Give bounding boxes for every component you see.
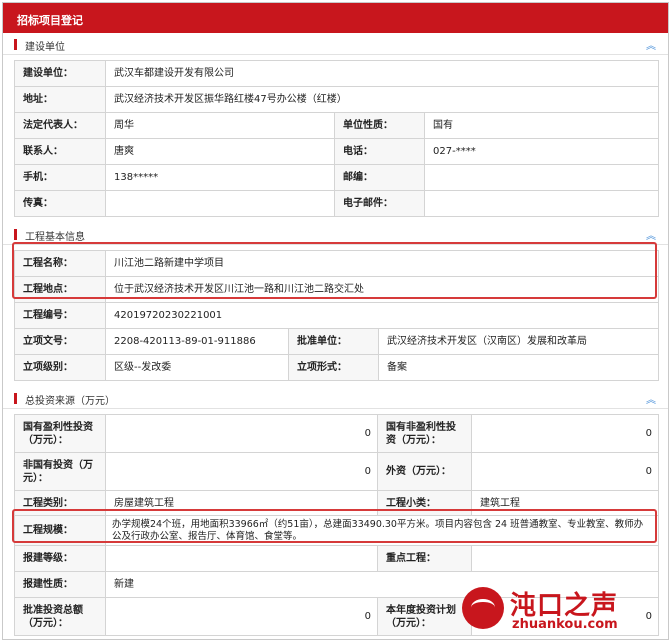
field-value-approver: 武汉经济技术开发区（汉南区）发展和改革局 xyxy=(378,328,659,355)
field-label: 批准单位： xyxy=(288,328,379,355)
field-value-foreign: 0 xyxy=(471,452,659,491)
field-label: 国有非盈利性投资（万元）： xyxy=(377,414,472,453)
builder-table: 建设单位： 武汉车都建设开发有限公司 地址： 武汉经济技术开发区振华路红楼47号… xyxy=(14,60,659,217)
field-value-scale: 办学规模24个班，用地面积33966㎡（约51亩），总建面33490.30平方米… xyxy=(105,515,659,546)
field-label: 批准投资总额（万元）： xyxy=(14,597,106,636)
watermark-url: zhuankou.com xyxy=(512,617,618,632)
field-value-approval-level: 区级--发改委 xyxy=(105,354,289,381)
section-header-builder[interactable]: 建设单位 ︽ xyxy=(3,33,668,55)
field-label: 工程小类： xyxy=(377,490,472,516)
field-value-approval-form: 备案 xyxy=(378,354,659,381)
field-value-project-site: 位于武汉经济技术开发区川江池一路和川江池二路交汇处 xyxy=(105,276,659,303)
field-label: 邮编： xyxy=(334,164,425,191)
field-value-nonstate: 0 xyxy=(105,452,378,491)
field-label: 国有盈利性投资（万元）： xyxy=(14,414,106,453)
field-label: 电子邮件： xyxy=(334,190,425,217)
field-label: 工程类别： xyxy=(14,490,106,516)
section-header-investment[interactable]: 总投资来源（万元） ︽ xyxy=(3,387,668,409)
section-marker xyxy=(14,393,17,404)
field-value-fax xyxy=(105,190,335,217)
field-value-unit-nature: 国有 xyxy=(424,112,659,139)
field-value-state-profit: 0 xyxy=(105,414,378,453)
field-label: 报建性质： xyxy=(14,571,106,598)
field-value-phone: 027-**** xyxy=(424,138,659,165)
field-label: 工程地点： xyxy=(14,276,106,303)
section-header-project[interactable]: 工程基本信息 ︽ xyxy=(3,223,668,245)
field-value-state-nonprofit: 0 xyxy=(471,414,659,453)
field-value-email xyxy=(424,190,659,217)
field-label: 工程规模： xyxy=(14,515,106,546)
field-value-legal-rep: 周华 xyxy=(105,112,335,139)
field-label: 电话： xyxy=(334,138,425,165)
field-label: 本年度投资计划（万元）： xyxy=(377,597,472,636)
collapse-chevron-icon[interactable]: ︽ xyxy=(646,391,656,406)
field-label: 立项文号： xyxy=(14,328,106,355)
field-label: 非国有投资（万元）： xyxy=(14,452,106,491)
field-label: 立项形式： xyxy=(288,354,379,381)
field-label: 法定代表人： xyxy=(14,112,106,139)
section-title-investment: 总投资来源（万元） xyxy=(25,396,115,407)
field-label: 建设单位： xyxy=(14,60,106,87)
section-marker xyxy=(14,229,17,240)
section-title-builder: 建设单位 xyxy=(25,42,65,53)
field-label: 传真： xyxy=(14,190,106,217)
field-label: 立项级别： xyxy=(14,354,106,381)
field-label: 重点工程： xyxy=(377,545,472,572)
field-value-postcode xyxy=(424,164,659,191)
section-marker xyxy=(14,39,17,50)
field-value-approved-total: 0 xyxy=(105,597,378,636)
field-value-key-project xyxy=(471,545,659,572)
field-value-subcategory: 建筑工程 xyxy=(471,490,659,516)
field-label: 工程编号： xyxy=(14,302,106,329)
brand-logo-icon xyxy=(462,587,504,629)
field-value-category: 房屋建筑工程 xyxy=(105,490,378,516)
collapse-chevron-icon[interactable]: ︽ xyxy=(646,227,656,242)
field-value-mobile: 138***** xyxy=(105,164,335,191)
field-label: 工程名称： xyxy=(14,250,106,277)
field-label: 地址： xyxy=(14,86,106,113)
section-title-project: 工程基本信息 xyxy=(25,232,85,243)
field-value-builder-unit: 武汉车都建设开发有限公司 xyxy=(105,60,659,87)
registration-panel: 招标项目登记 建设单位 ︽ 建设单位： 武汉车都建设开发有限公司 地址： 武汉经… xyxy=(2,2,669,640)
field-value-approval-doc: 2208-420113-89-01-911886 xyxy=(105,328,289,355)
field-label: 报建等级： xyxy=(14,545,106,572)
field-label: 联系人： xyxy=(14,138,106,165)
watermark: 沌口之声 zhuankou.com xyxy=(462,585,658,635)
field-label: 单位性质： xyxy=(334,112,425,139)
field-label: 手机： xyxy=(14,164,106,191)
field-value-contact: 唐爽 xyxy=(105,138,335,165)
window-title: 招标项目登记 xyxy=(3,3,668,33)
field-label: 外资（万元）： xyxy=(377,452,472,491)
field-value-address: 武汉经济技术开发区振华路红楼47号办公楼（红楼） xyxy=(105,86,659,113)
field-value-report-level xyxy=(105,545,378,572)
collapse-chevron-icon[interactable]: ︽ xyxy=(646,37,656,52)
field-value-project-code: 42019720230221001 xyxy=(105,302,659,329)
field-value-project-name: 川江池二路新建中学项目 xyxy=(105,250,659,277)
project-table: 工程名称： 川江池二路新建中学项目 工程地点： 位于武汉经济技术开发区川江池一路… xyxy=(14,250,659,381)
